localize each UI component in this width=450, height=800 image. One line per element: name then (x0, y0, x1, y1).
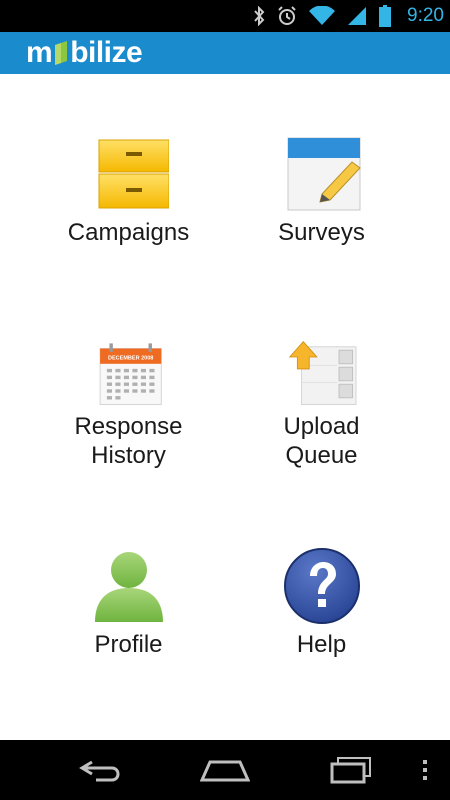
menu-item-profile[interactable]: Profile (16, 486, 241, 676)
logo-mark-icon (55, 41, 68, 65)
navigation-bar (0, 740, 450, 800)
menu-item-label: Surveys (278, 219, 365, 246)
menu-item-upload-queue[interactable]: Upload Queue (209, 280, 434, 470)
menu-item-surveys[interactable]: Surveys (209, 74, 434, 264)
notepad-pencil-icon (287, 137, 361, 211)
menu-item-label: Upload Queue (283, 413, 360, 469)
calendar-icon: DECEMBER 2008 (99, 343, 162, 406)
battery-icon (379, 5, 392, 27)
status-clock: 9:20 (407, 5, 444, 26)
person-icon (94, 552, 163, 622)
menu-item-campaigns[interactable]: Campaigns (16, 74, 241, 264)
menu-item-label: Profile (94, 631, 163, 658)
recent-apps-icon[interactable] (328, 754, 374, 786)
status-icons: 9:20 (253, 0, 444, 32)
signal-icon (348, 7, 367, 25)
app-bar: m bilize (0, 32, 450, 74)
menu-item-label: Response History (74, 413, 183, 469)
question-icon (283, 548, 360, 624)
home-icon[interactable] (200, 754, 250, 786)
drawer-icon (98, 139, 169, 209)
back-icon[interactable] (78, 754, 124, 786)
alarm-icon (278, 6, 296, 25)
menu-item-label: Campaigns (67, 219, 190, 246)
menu-item-label: Help (296, 631, 347, 658)
logo-suffix: bilize (70, 36, 143, 69)
status-bar: 9:20 (0, 0, 450, 32)
menu-item-response-history[interactable]: DECEMBER 2008 Response History (16, 280, 241, 470)
wifi-icon (309, 6, 336, 25)
overflow-menu-icon[interactable] (420, 754, 430, 786)
calendar-header: DECEMBER 2008 (108, 356, 153, 362)
logo-prefix: m (26, 36, 53, 69)
main-menu-grid: Campaigns Surveys DECEMBER 2008 Response… (0, 74, 450, 740)
upload-list-icon (288, 341, 356, 406)
menu-item-help[interactable]: Help (209, 486, 434, 676)
app-logo: m bilize (26, 36, 143, 70)
bluetooth-icon (254, 6, 265, 26)
